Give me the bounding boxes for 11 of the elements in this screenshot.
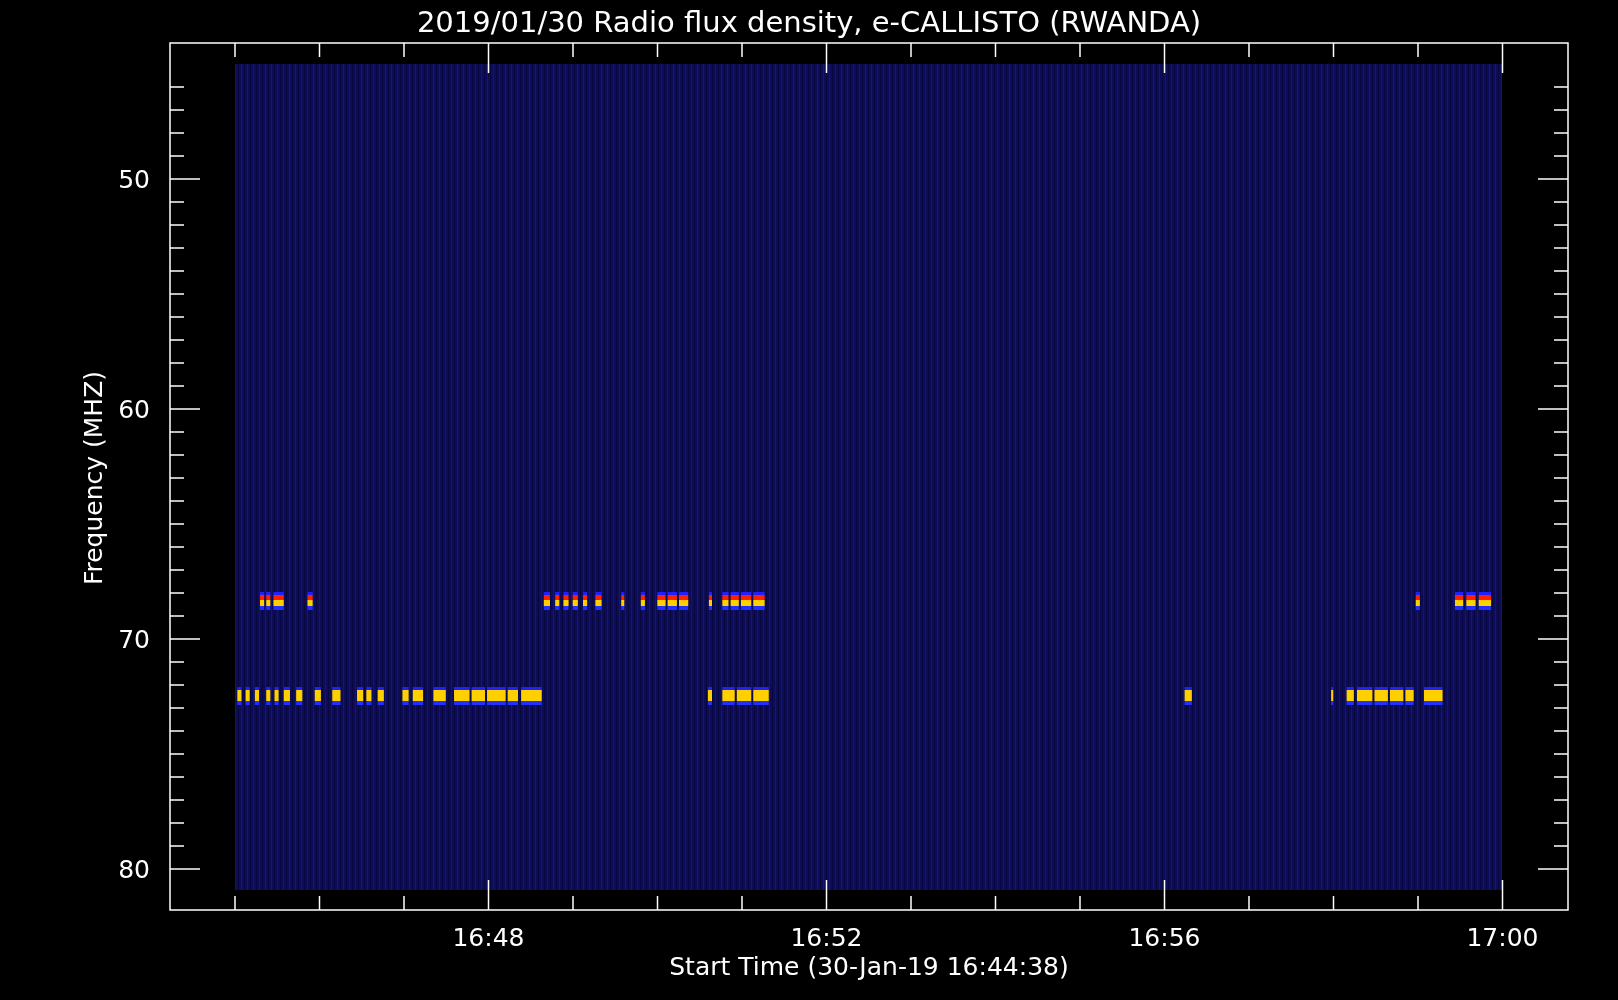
x-tick-label: 17:00 bbox=[1466, 923, 1539, 952]
y-tick-label: 80 bbox=[118, 855, 150, 884]
y-axis-label: Frequency (MHZ) bbox=[79, 370, 108, 586]
y-tick-label: 60 bbox=[118, 395, 150, 424]
x-axis-label: Start Time (30-Jan-19 16:44:38) bbox=[669, 952, 1069, 981]
chart-title: 2019/01/30 Radio flux density, e-CALLISTO (RWANDA) bbox=[416, 5, 1202, 39]
x-tick-label: 16:48 bbox=[452, 923, 525, 952]
x-tick-label: 16:52 bbox=[790, 923, 863, 952]
y-tick-label: 70 bbox=[118, 625, 150, 654]
x-tick-label: 16:56 bbox=[1128, 923, 1201, 952]
y-tick-label: 50 bbox=[118, 165, 150, 194]
